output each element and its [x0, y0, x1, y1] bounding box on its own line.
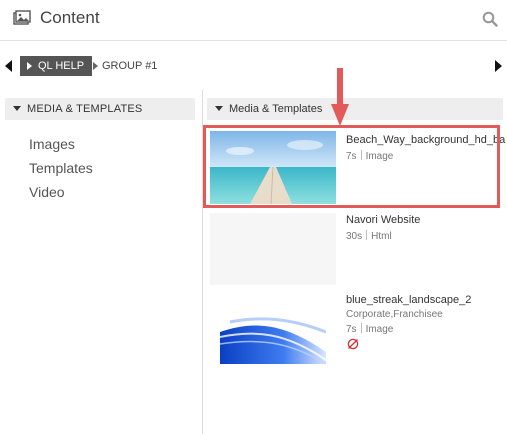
- nav-item-images[interactable]: Images: [29, 136, 75, 152]
- no-entry-icon: [347, 338, 359, 350]
- breadcrumb-next-label: GROUP #1: [102, 60, 158, 72]
- media-type: Image: [365, 324, 394, 335]
- scroll-left-arrow-icon[interactable]: [5, 60, 12, 72]
- left-section-header[interactable]: MEDIA & TEMPLATES: [5, 98, 195, 120]
- media-name-navori[interactable]: Navori Website: [346, 214, 420, 226]
- media-name-blue-streak[interactable]: blue_streak_landscape_2: [346, 294, 471, 306]
- media-meta-blue-streak: 7s Image: [346, 323, 393, 335]
- duration: 30s: [346, 231, 363, 242]
- nav-item-video[interactable]: Video: [29, 184, 65, 200]
- scroll-right-arrow-icon[interactable]: [495, 60, 502, 72]
- duration: 7s: [346, 324, 357, 335]
- media-meta-navori: 30s Html: [346, 230, 392, 242]
- blue-streak-thumbnail-image: [220, 317, 326, 364]
- image-icon: [13, 10, 31, 25]
- nav-item-templates[interactable]: Templates: [29, 160, 93, 176]
- caret-right-icon: [93, 62, 98, 70]
- media-type: Html: [371, 231, 392, 242]
- right-section-title: Media & Templates: [229, 103, 323, 115]
- breadcrumb-group-1[interactable]: GROUP #1: [93, 56, 157, 76]
- media-tags-blue-streak: Corporate,Franchisee: [346, 309, 443, 320]
- search-icon[interactable]: [482, 11, 498, 27]
- caret-down-icon: [215, 106, 223, 111]
- caret-right-icon: [27, 62, 32, 70]
- breadcrumb-ql-help[interactable]: QL HELP: [20, 56, 93, 76]
- content-header: Content: [0, 0, 507, 41]
- down-arrow-icon: [331, 68, 349, 126]
- caret-down-icon: [13, 106, 21, 111]
- breadcrumb-active-label: QL HELP: [38, 60, 85, 72]
- highlight-box: [203, 125, 500, 208]
- left-section-title: MEDIA & TEMPLATES: [27, 103, 143, 115]
- media-thumbnail-blue-streak[interactable]: [220, 292, 326, 364]
- media-thumbnail-navori[interactable]: [210, 213, 336, 285]
- page-title: Content: [40, 8, 100, 27]
- right-section-header[interactable]: Media & Templates: [207, 98, 503, 120]
